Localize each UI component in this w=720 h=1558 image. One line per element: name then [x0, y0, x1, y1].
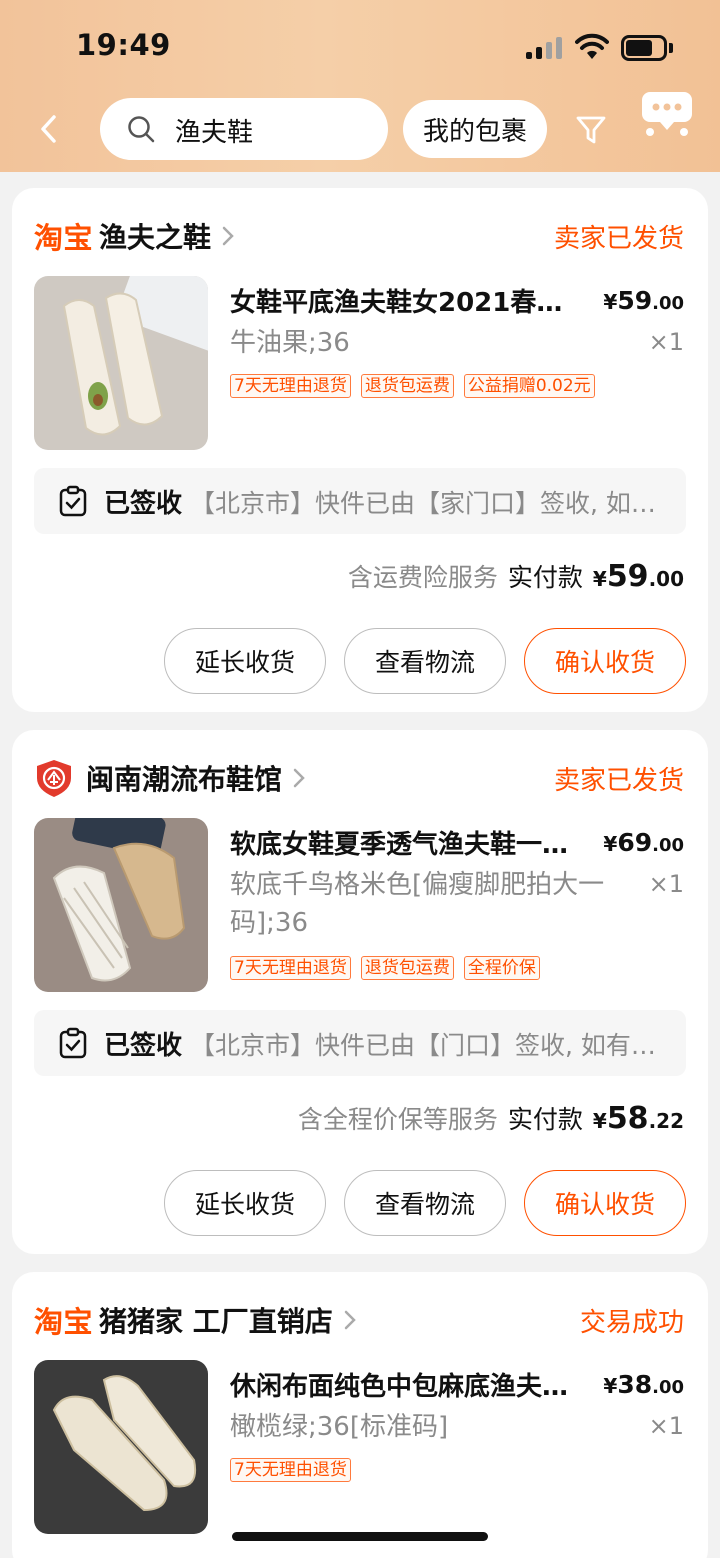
- service-tag: 公益捐赠0.02元: [463, 374, 595, 398]
- logistics-status: 已签收: [104, 1031, 183, 1061]
- order-status: 卖家已发货: [553, 224, 684, 254]
- service-tags: 7天无理由退货: [230, 1458, 630, 1482]
- status-time: 19:49: [76, 28, 171, 62]
- product-sku: 橄榄绿;36[标准码]: [230, 1412, 449, 1442]
- order-card[interactable]: 淘宝 渔夫之鞋 卖家已发货 女鞋平底渔夫鞋女2021春季新款 ¥59.00 牛油…: [12, 188, 708, 712]
- confirm-receipt-button[interactable]: 确认收货: [524, 1170, 686, 1236]
- service-tag: 7天无理由退货: [230, 956, 351, 980]
- product-title[interactable]: 休闲布面纯色中包麻底渔夫鞋女: [230, 1366, 585, 1403]
- search-box[interactable]: 渔夫鞋: [100, 98, 388, 160]
- product-sku: 软底千鸟格米色[偏瘦脚肥拍大一码];36: [230, 870, 605, 938]
- shop-header[interactable]: 闽南潮流布鞋馆: [34, 758, 306, 798]
- order-actions: 延长收货 查看物流 确认收货: [164, 628, 686, 694]
- header: 19:49 渔夫鞋 我的包裹: [0, 0, 720, 172]
- paid-amount: ¥58.22: [592, 1101, 684, 1136]
- wifi-icon: [575, 33, 609, 59]
- service-tag: 7天无理由退货: [230, 374, 351, 398]
- extend-receipt-button[interactable]: 延长收货: [164, 1170, 326, 1236]
- service-note: 含运费险服务: [347, 563, 498, 592]
- more-chat-icon[interactable]: [640, 88, 694, 138]
- logistics-detail: 【北京市】快件已由【家门口】签收, 如有疑问请联系: [190, 489, 676, 518]
- extend-receipt-button[interactable]: 延长收货: [164, 628, 326, 694]
- product-quantity: ×1: [648, 328, 684, 356]
- clipboard-check-icon: [59, 1027, 87, 1059]
- product-title[interactable]: 软底女鞋夏季透气渔夫鞋一脚蹬: [230, 824, 585, 861]
- chevron-right-icon: [344, 1310, 356, 1330]
- service-tag: 退货包运费: [360, 956, 454, 980]
- status-bar: 19:49: [0, 0, 720, 90]
- logistics-bar[interactable]: 已签收 【北京市】快件已由【门口】签收, 如有疑问请联系: [34, 1010, 686, 1076]
- product-title[interactable]: 女鞋平底渔夫鞋女2021春季新款: [230, 282, 585, 319]
- taobao-brand-label: 淘宝: [34, 1305, 94, 1339]
- taobao-brand-label: 淘宝: [34, 221, 94, 255]
- service-tag: 退货包运费: [360, 374, 454, 398]
- product-quantity: ×1: [648, 1412, 684, 1440]
- chevron-right-icon: [222, 226, 234, 246]
- confirm-receipt-button[interactable]: 确认收货: [524, 628, 686, 694]
- order-status: 卖家已发货: [553, 766, 684, 796]
- chevron-right-icon: [293, 768, 305, 788]
- product-price: ¥59.00: [603, 286, 684, 315]
- chevron-left-icon: [41, 115, 56, 143]
- battery-icon: [621, 35, 673, 61]
- product-image[interactable]: [34, 276, 208, 450]
- service-tag: 全程价保: [463, 956, 540, 980]
- payment-summary: 含运费险服务 实付款 ¥59.00: [348, 558, 684, 594]
- view-logistics-button[interactable]: 查看物流: [344, 628, 506, 694]
- shop-name: 猪猪家 工厂直销店: [99, 1305, 333, 1338]
- product-sku: 牛油果;36: [230, 328, 350, 358]
- paid-amount: ¥59.00: [592, 559, 684, 594]
- search-query: 渔夫鞋: [175, 118, 254, 148]
- order-status: 交易成功: [579, 1308, 684, 1338]
- back-button[interactable]: [30, 108, 66, 150]
- shop-header[interactable]: 淘宝 渔夫之鞋: [34, 216, 235, 256]
- my-packages-button[interactable]: 我的包裹: [403, 100, 547, 158]
- product-quantity: ×1: [648, 870, 684, 898]
- logistics-status: 已签收: [104, 489, 183, 519]
- clipboard-check-icon: [59, 485, 87, 517]
- paid-label: 实付款: [507, 1105, 583, 1134]
- service-tag: 7天无理由退货: [230, 1458, 351, 1482]
- shop-name: 渔夫之鞋: [99, 221, 212, 254]
- logistics-detail: 【北京市】快件已由【门口】签收, 如有疑问请联系: [190, 1031, 676, 1060]
- filter-icon[interactable]: [574, 110, 608, 148]
- service-note: 含全程价保等服务: [297, 1105, 498, 1134]
- service-tags: 7天无理由退货 退货包运费 公益捐赠0.02元: [230, 374, 630, 398]
- order-card[interactable]: 闽南潮流布鞋馆 卖家已发货 软底女鞋夏季透气渔夫鞋一脚蹬 ¥69.00 软底千鸟…: [12, 730, 708, 1254]
- product-image[interactable]: [34, 818, 208, 992]
- product-price: ¥69.00: [603, 828, 684, 857]
- logistics-bar[interactable]: 已签收 【北京市】快件已由【家门口】签收, 如有疑问请联系: [34, 468, 686, 534]
- order-card[interactable]: 淘宝 猪猪家 工厂直销店 交易成功 休闲布面纯色中包麻底渔夫鞋女 ¥38.00 …: [12, 1272, 708, 1558]
- paid-label: 实付款: [507, 563, 583, 592]
- payment-summary: 含全程价保等服务 实付款 ¥58.22: [298, 1100, 684, 1136]
- shop-header[interactable]: 淘宝 猪猪家 工厂直销店: [34, 1300, 357, 1340]
- search-icon: [128, 116, 155, 143]
- service-tags: 7天无理由退货 退货包运费 全程价保: [230, 956, 630, 980]
- shop-name: 闽南潮流布鞋馆: [86, 763, 283, 796]
- cellular-signal-icon: [526, 37, 564, 59]
- order-actions: 延长收货 查看物流 确认收货: [164, 1170, 686, 1236]
- home-indicator[interactable]: [232, 1532, 488, 1541]
- enterprise-shield-icon: [37, 760, 71, 797]
- view-logistics-button[interactable]: 查看物流: [344, 1170, 506, 1236]
- product-price: ¥38.00: [603, 1370, 684, 1399]
- product-image[interactable]: [34, 1360, 208, 1534]
